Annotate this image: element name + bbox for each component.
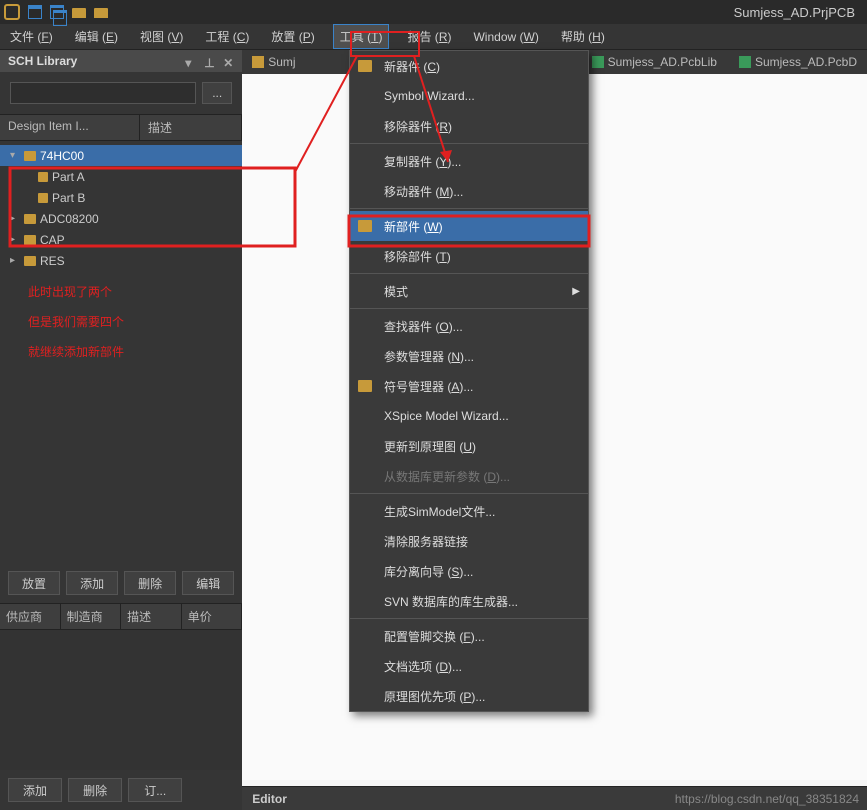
button-订...[interactable]: 订... — [128, 778, 182, 802]
menu-item-XSpiceModelWizard[interactable]: XSpice Model Wizard... — [350, 401, 588, 431]
search-input[interactable] — [10, 82, 196, 104]
tab-icon — [592, 56, 604, 68]
component-icon — [24, 151, 36, 161]
watermark: https://blog.csdn.net/qq_38351824 — [675, 792, 859, 806]
menu-编辑[interactable]: 编辑 (E) — [71, 24, 122, 49]
menu-工程[interactable]: 工程 (C) — [201, 24, 253, 49]
menu-item-原理图优先项P[interactable]: 原理图优先项 (P)... — [350, 681, 588, 711]
tree-item-CAP[interactable]: ▸CAP — [0, 229, 242, 250]
menu-item-新部件W[interactable]: 新部件 (W) — [350, 211, 588, 241]
supplier-header: 供应商制造商描述单价 — [0, 603, 242, 630]
col-单价[interactable]: 单价 — [182, 604, 243, 629]
component-icon — [24, 256, 36, 266]
menu-item-生成SimModel文件[interactable]: 生成SimModel文件... — [350, 496, 588, 526]
tree-part-Part-A[interactable]: Part A — [0, 166, 242, 187]
menu-item-移除器件R[interactable]: 移除器件 (R) — [350, 111, 588, 141]
menu-item-移除部件T[interactable]: 移除部件 (T) — [350, 241, 588, 271]
button-row-2: 添加删除订... — [0, 770, 242, 810]
menu-item-配置管脚交换F[interactable]: 配置管脚交换 (F)... — [350, 621, 588, 651]
button-放置[interactable]: 放置 — [8, 571, 60, 595]
menu-item-参数管理器N[interactable]: 参数管理器 (N)... — [350, 341, 588, 371]
panel-title: SCH Library — [8, 54, 77, 68]
open-project-icon[interactable] — [94, 8, 108, 18]
tree-part-Part-B[interactable]: Part B — [0, 187, 242, 208]
menu-放置[interactable]: 放置 (P) — [267, 24, 318, 49]
button-删除[interactable]: 删除 — [68, 778, 122, 802]
panel-header: SCH Library ▾ ⊥ ✕ — [0, 50, 242, 72]
col-description[interactable]: 描述 — [140, 115, 242, 140]
tab-Sumjess_AD.PcbD[interactable]: Sumjess_AD.PcbD — [735, 55, 861, 69]
menu-item-库分离向导S[interactable]: 库分离向导 (S)... — [350, 556, 588, 586]
tab-icon — [252, 56, 264, 68]
col-制造商[interactable]: 制造商 — [61, 604, 122, 629]
menu-item-icon — [358, 220, 372, 232]
pin-icon[interactable]: ⊥ — [204, 56, 215, 67]
tree-item-RES[interactable]: ▸RES — [0, 250, 242, 271]
menu-item-新器件C[interactable]: 新器件 (C) — [350, 51, 588, 81]
menu-item-复制器件Y[interactable]: 复制器件 (Y)... — [350, 146, 588, 176]
part-icon — [38, 193, 48, 203]
tab-Sumj[interactable]: Sumj — [248, 55, 299, 69]
col-描述[interactable]: 描述 — [121, 604, 182, 629]
main-menu: 文件 (F) 编辑 (E) 视图 (V) 工程 (C) 放置 (P) 工具 (T) 报告 (… — [0, 24, 867, 50]
col-供应商[interactable]: 供应商 — [0, 604, 61, 629]
button-row-1: 放置添加删除编辑 — [0, 563, 242, 603]
col-design-item[interactable]: Design Item I... — [0, 115, 140, 140]
button-添加[interactable]: 添加 — [8, 778, 62, 802]
menu-item-查找器件O[interactable]: 查找器件 (O)... — [350, 311, 588, 341]
window-title: Sumjess_AD.PrjPCB — [734, 5, 855, 20]
tab-Sumjess_AD.PcbLib[interactable]: Sumjess_AD.PcbLib — [588, 55, 721, 69]
dropdown-icon[interactable]: ▾ — [185, 56, 196, 67]
part-icon — [38, 172, 48, 182]
editor-label: Editor — [252, 792, 287, 806]
menu-item-SVN数据库的库生成器[interactable]: SVN 数据库的库生成器... — [350, 586, 588, 616]
app-logo-icon — [4, 4, 20, 20]
close-icon[interactable]: ✕ — [223, 56, 234, 67]
annotation-text: 此时出现了两个 但是我们需要四个 就继续添加新部件 — [0, 271, 242, 367]
menu-帮助[interactable]: 帮助 (H) — [557, 24, 609, 49]
submenu-arrow-icon: ▶ — [572, 286, 580, 297]
title-bar: Sumjess_AD.PrjPCB — [0, 0, 867, 24]
component-tree: ▾74HC00Part APart B▸ADC08200▸CAP▸RES — [0, 141, 242, 271]
tools-dropdown: 新器件 (C)Symbol Wizard...移除器件 (R) 复制器件 (Y).… — [349, 50, 589, 712]
menu-item-文档选项D[interactable]: 文档选项 (D)... — [350, 651, 588, 681]
component-icon — [24, 235, 36, 245]
menu-item-清除服务器链接[interactable]: 清除服务器链接 — [350, 526, 588, 556]
tree-item-ADC08200[interactable]: ▸ADC08200 — [0, 208, 242, 229]
tab-icon — [739, 56, 751, 68]
tree-header: Design Item I... 描述 — [0, 114, 242, 141]
menu-工具[interactable]: 工具 (T) — [333, 24, 390, 49]
menu-item-从数据库更新参数D: 从数据库更新参数 (D)... — [350, 461, 588, 491]
button-删除[interactable]: 删除 — [124, 571, 176, 595]
button-编辑[interactable]: 编辑 — [182, 571, 234, 595]
open-folder-icon[interactable] — [72, 8, 86, 18]
menu-item-SymbolWizard[interactable]: Symbol Wizard... — [350, 81, 588, 111]
menu-item-模式[interactable]: 模式▶ — [350, 276, 588, 306]
menu-item-icon — [358, 380, 372, 392]
menu-文件[interactable]: 文件 (F) — [6, 24, 57, 49]
sch-library-panel: SCH Library ▾ ⊥ ✕ ... Design Item I... 描… — [0, 50, 242, 810]
search-more-button[interactable]: ... — [202, 82, 232, 104]
supplier-grid[interactable] — [0, 630, 242, 770]
tree-item-74HC00[interactable]: ▾74HC00 — [0, 145, 242, 166]
menu-item-移动器件M[interactable]: 移动器件 (M)... — [350, 176, 588, 206]
save-all-icon[interactable] — [50, 5, 64, 19]
menu-Window[interactable]: Window (W) — [469, 26, 542, 48]
menu-item-icon — [358, 60, 372, 72]
menu-视图[interactable]: 视图 (V) — [136, 24, 187, 49]
button-添加[interactable]: 添加 — [66, 571, 118, 595]
menu-报告[interactable]: 报告 (R) — [403, 24, 455, 49]
save-icon[interactable] — [28, 5, 42, 19]
component-icon — [24, 214, 36, 224]
menu-item-符号管理器A[interactable]: 符号管理器 (A)... — [350, 371, 588, 401]
menu-item-更新到原理图U[interactable]: 更新到原理图 (U) — [350, 431, 588, 461]
